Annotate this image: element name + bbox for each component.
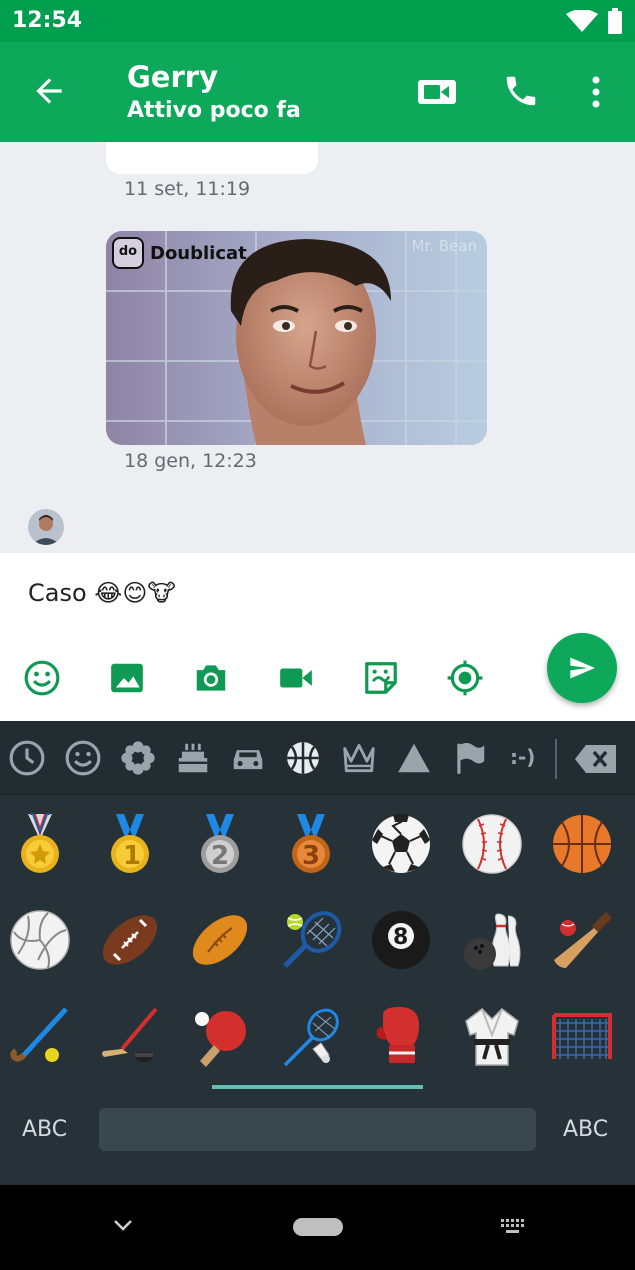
- rugby-football-emoji[interactable]: [188, 908, 252, 972]
- field-hockey-emoji[interactable]: [8, 1005, 72, 1069]
- chat-area[interactable]: 11 set, 11:19 do Doublicat Mr. Bean 18 g…: [0, 142, 635, 553]
- svg-text:3: 3: [302, 841, 320, 871]
- volleyball-emoji[interactable]: [8, 908, 72, 972]
- wifi-icon: [566, 10, 598, 32]
- soccer-ball-emoji[interactable]: [369, 812, 433, 876]
- emoji-grid: 1 2 3 8: [0, 795, 635, 1085]
- sticker-icon[interactable]: [362, 659, 400, 697]
- message-input[interactable]: Caso 😂😊🐮: [28, 579, 176, 607]
- gold-medal-emoji[interactable]: 1: [98, 812, 162, 876]
- svg-text:8: 8: [393, 925, 408, 950]
- flags-icon[interactable]: [451, 739, 489, 777]
- food-icon[interactable]: [174, 739, 212, 777]
- cricket-emoji[interactable]: [550, 908, 614, 972]
- svg-text:2: 2: [211, 841, 229, 871]
- nature-icon[interactable]: [119, 739, 157, 777]
- ping-pong-emoji[interactable]: [188, 1005, 252, 1069]
- pool-8-ball-emoji[interactable]: 8: [369, 908, 433, 972]
- objects-icon[interactable]: [340, 739, 378, 777]
- space-bar[interactable]: [99, 1108, 536, 1151]
- abc-button-left[interactable]: ABC: [22, 1117, 67, 1142]
- gif-brand: Doublicat: [150, 242, 247, 264]
- more-vert-icon[interactable]: [582, 72, 610, 112]
- activities-icon[interactable]: [284, 739, 322, 777]
- status-bar: 12:54: [0, 0, 635, 42]
- camera-icon[interactable]: [192, 659, 230, 697]
- chat-header: Gerry Attivo poco fa: [0, 42, 635, 142]
- location-icon[interactable]: [446, 659, 484, 697]
- emoji-icon[interactable]: [23, 659, 61, 697]
- doublicat-logo: do Doublicat: [112, 237, 247, 269]
- american-football-emoji[interactable]: [98, 908, 162, 972]
- gif-watermark: Mr. Bean: [411, 237, 478, 255]
- send-button[interactable]: [547, 633, 617, 703]
- basketball-emoji[interactable]: [550, 812, 614, 876]
- abc-button-right[interactable]: ABC: [563, 1117, 608, 1142]
- boxing-glove-emoji[interactable]: [369, 1005, 433, 1069]
- message-timestamp: 18 gen, 12:23: [124, 450, 257, 472]
- badminton-emoji[interactable]: [279, 1005, 343, 1069]
- military-medal-emoji[interactable]: [8, 812, 72, 876]
- gif-message[interactable]: do Doublicat Mr. Bean: [106, 231, 487, 445]
- contact-status: Attivo poco fa: [127, 98, 301, 123]
- emoji-keyboard: :-) 1 2 3 8 ABC ABC: [0, 721, 635, 1185]
- silver-medal-emoji[interactable]: 2: [188, 812, 252, 876]
- travel-icon[interactable]: [229, 739, 267, 777]
- message-composer: Caso 😂😊🐮: [0, 553, 635, 721]
- nav-home-pill[interactable]: [293, 1218, 343, 1236]
- message-timestamp: 11 set, 11:19: [124, 178, 251, 200]
- navigation-bar: [0, 1185, 635, 1270]
- page-indicator: [212, 1085, 423, 1089]
- contact-avatar: [28, 509, 64, 545]
- symbols-icon[interactable]: [395, 739, 433, 777]
- send-icon: [570, 657, 595, 679]
- smileys-icon[interactable]: [64, 739, 102, 777]
- message-bubble[interactable]: [106, 142, 318, 174]
- contact-name[interactable]: Gerry: [127, 60, 218, 94]
- bowling-emoji[interactable]: [460, 908, 524, 972]
- ice-hockey-emoji[interactable]: [98, 1005, 162, 1069]
- goal-net-emoji[interactable]: [550, 1005, 614, 1069]
- recent-icon[interactable]: [8, 739, 46, 777]
- emoticons-icon[interactable]: :-): [506, 739, 544, 777]
- category-divider: [555, 739, 557, 779]
- backspace-icon[interactable]: [574, 743, 618, 775]
- image-icon[interactable]: [108, 659, 146, 697]
- svg-text:1: 1: [123, 841, 141, 871]
- emoji-category-bar: :-): [0, 721, 635, 795]
- video-icon[interactable]: [277, 659, 315, 697]
- baseball-emoji[interactable]: [460, 812, 524, 876]
- tennis-emoji[interactable]: [279, 908, 343, 972]
- back-arrow-icon[interactable]: [30, 72, 68, 110]
- martial-arts-uniform-emoji[interactable]: [460, 1005, 524, 1069]
- battery-icon: [608, 8, 622, 34]
- keyboard-switch-icon[interactable]: [499, 1218, 527, 1236]
- video-call-icon[interactable]: [416, 74, 458, 110]
- svg-text::-): :-): [510, 745, 535, 769]
- phone-icon[interactable]: [502, 72, 540, 110]
- bronze-medal-emoji[interactable]: 3: [279, 812, 343, 876]
- status-time: 12:54: [12, 8, 83, 33]
- nav-back-chevron-icon[interactable]: [112, 1217, 134, 1233]
